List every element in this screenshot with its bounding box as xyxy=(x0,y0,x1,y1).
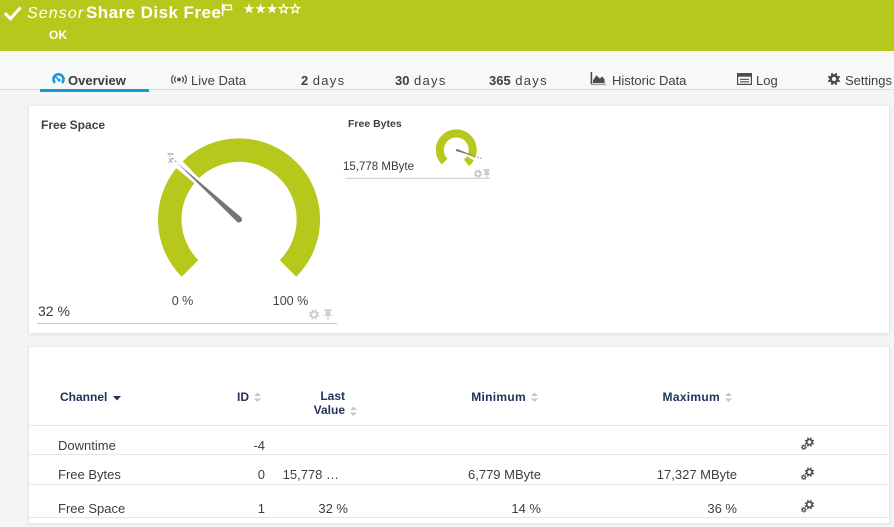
svg-text:x: x xyxy=(168,155,173,166)
